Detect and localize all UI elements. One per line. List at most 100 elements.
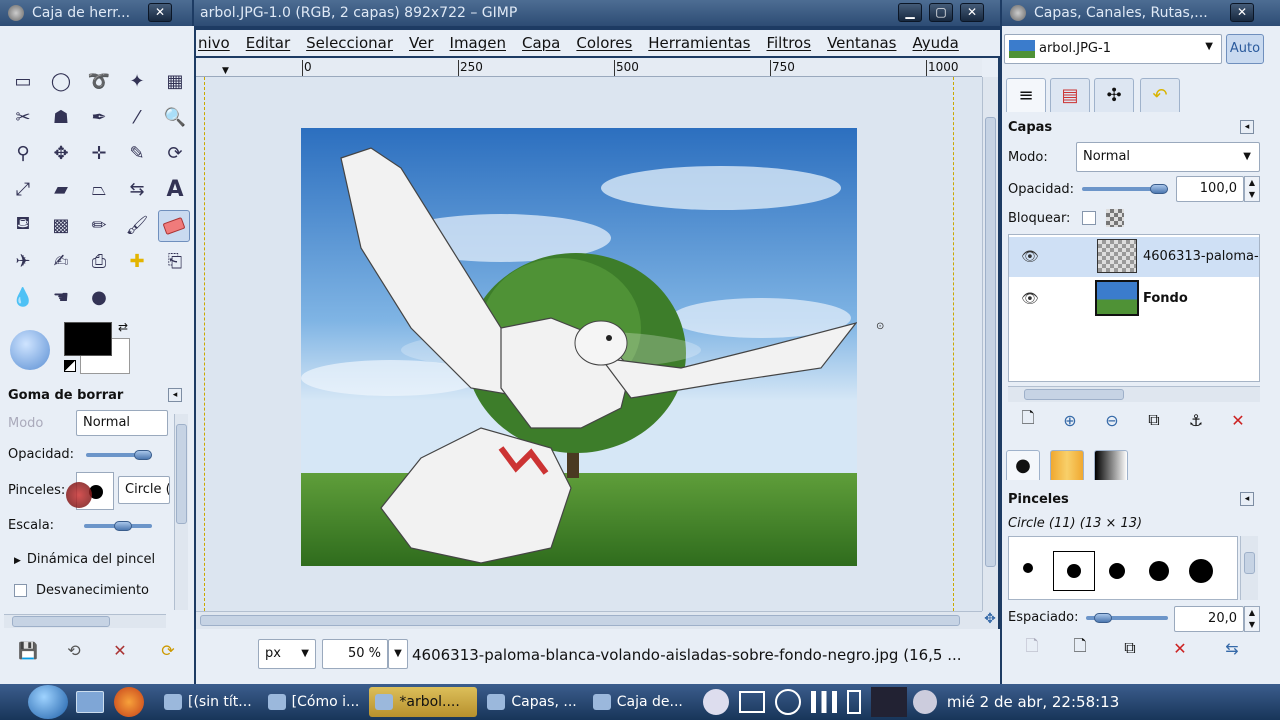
eraser-tool[interactable]: [158, 210, 190, 242]
layers-hscroll[interactable]: [1008, 386, 1260, 402]
anchor-layer-icon[interactable]: ⚓: [1184, 408, 1208, 432]
color-picker-tool[interactable]: ⁄: [122, 102, 152, 132]
minimize-button[interactable]: ▁: [898, 3, 922, 22]
delete-options-icon[interactable]: ✕: [108, 638, 132, 662]
heal-tool[interactable]: ✚: [122, 246, 152, 276]
tab-brushes[interactable]: ●: [1006, 450, 1040, 480]
navigate-icon[interactable]: ✥: [982, 611, 998, 629]
align-tool[interactable]: ✛: [84, 138, 114, 168]
new-layer-icon[interactable]: 🗋: [1016, 408, 1040, 432]
brush-item[interactable]: [1109, 563, 1125, 579]
layer-opacity-slider[interactable]: [1082, 184, 1168, 194]
battery-icon[interactable]: [846, 690, 861, 714]
taskbar-item[interactable]: Capas, ...: [481, 687, 582, 717]
maximize-button[interactable]: ▢: [929, 3, 953, 22]
airbrush-tool[interactable]: ✈: [8, 246, 38, 276]
tab-paths[interactable]: ✣: [1094, 78, 1134, 112]
fade-checkbox[interactable]: [14, 584, 27, 597]
layers-menu-icon[interactable]: ◂: [1240, 120, 1254, 134]
menu-colores[interactable]: Colores: [568, 34, 640, 52]
firefox-icon[interactable]: [114, 687, 144, 717]
clone-tool[interactable]: ⎙: [84, 246, 114, 276]
image-canvas[interactable]: [301, 128, 857, 566]
brush-item[interactable]: [1067, 564, 1081, 578]
text-tool[interactable]: A: [160, 174, 190, 204]
ink-tool[interactable]: ✍: [46, 246, 76, 276]
menu-seleccionar[interactable]: Seleccionar: [298, 34, 401, 52]
menu-capa[interactable]: Capa: [514, 34, 568, 52]
flip-tool[interactable]: ⇆: [122, 174, 152, 204]
save-options-icon[interactable]: 💾: [16, 638, 40, 662]
fuzzy-select-tool[interactable]: ✦: [122, 66, 152, 96]
smudge-tool[interactable]: ☚: [46, 282, 76, 312]
zoom-tool[interactable]: 🔍: [160, 102, 190, 132]
layer-row[interactable]: 👁 Fondo: [1009, 279, 1259, 319]
free-select-tool[interactable]: ➰: [84, 66, 114, 96]
perspective-tool[interactable]: ⏢: [84, 174, 114, 204]
move-tool[interactable]: ✥: [46, 138, 76, 168]
scale-slider[interactable]: [84, 521, 152, 531]
mode-select[interactable]: Normal: [76, 410, 168, 436]
close-button[interactable]: ✕: [960, 3, 984, 22]
refresh-brushes-icon[interactable]: ⇆: [1220, 636, 1244, 660]
menu-ayuda[interactable]: Ayuda: [904, 34, 966, 52]
start-button[interactable]: [28, 685, 68, 719]
visibility-eye-icon[interactable]: 👁: [1021, 249, 1039, 265]
blur-tool[interactable]: 💧: [8, 282, 38, 312]
paintbrush-tool[interactable]: 🖌: [122, 210, 152, 240]
tray-icon[interactable]: [738, 691, 765, 713]
blend-tool[interactable]: ▩: [46, 210, 76, 240]
show-desktop-icon[interactable]: [76, 691, 104, 713]
tray-icon[interactable]: [702, 689, 729, 715]
swap-colors-icon[interactable]: ⇄: [118, 320, 128, 334]
spacing-field[interactable]: 20,0: [1174, 606, 1244, 632]
taskbar-item[interactable]: Caja de...: [587, 687, 689, 717]
new-brush-icon[interactable]: 🗋: [1068, 636, 1092, 660]
menu-ventanas[interactable]: Ventanas: [819, 34, 904, 52]
opacity-slider[interactable]: [86, 450, 152, 460]
menu-imagen[interactable]: Imagen: [442, 34, 514, 52]
tab-gradients[interactable]: [1094, 450, 1128, 480]
toolbox-close-button[interactable]: ✕: [148, 3, 172, 22]
tab-channels[interactable]: ▤: [1050, 78, 1090, 112]
scissors-tool[interactable]: ✂: [8, 102, 38, 132]
pencil-tool[interactable]: ✏: [84, 210, 114, 240]
brush-name-field[interactable]: Circle (: [118, 476, 170, 504]
foreground-color-swatch[interactable]: [64, 322, 112, 356]
layer-mode-select[interactable]: Normal ▼: [1076, 142, 1260, 172]
delete-layer-icon[interactable]: ✕: [1226, 408, 1250, 432]
volume-icon[interactable]: [912, 690, 937, 714]
duplicate-brush-icon[interactable]: ⧉: [1118, 636, 1142, 660]
toolbox-vscroll[interactable]: [174, 414, 188, 610]
crop-tool[interactable]: ✎: [122, 138, 152, 168]
layer-row[interactable]: 👁 4606313-paloma-: [1009, 237, 1259, 277]
rect-select-tool[interactable]: ▭: [8, 66, 38, 96]
canvas-area[interactable]: ⊙: [196, 77, 982, 611]
dynamics-expander[interactable]: ▶ Dinámica del pincel: [14, 552, 155, 567]
color-select-tool[interactable]: ▦: [160, 66, 190, 96]
menu-herramientas[interactable]: Herramientas: [640, 34, 758, 52]
brushes-vscroll[interactable]: [1240, 536, 1258, 600]
bucket-fill-tool[interactable]: ⛾: [8, 210, 38, 240]
tab-undo[interactable]: ↶: [1140, 78, 1180, 112]
zoom-field[interactable]: 50 %: [322, 639, 388, 669]
measure-tool[interactable]: ⚲: [8, 138, 38, 168]
brush-item[interactable]: [1149, 561, 1169, 581]
opacity-spin-icon[interactable]: ▲ ▼: [1244, 176, 1260, 202]
taskbar-item[interactable]: [(sin tít...: [158, 687, 258, 717]
tool-options-menu-icon[interactable]: ◂: [168, 388, 182, 402]
spacing-spin-icon[interactable]: ▲ ▼: [1244, 606, 1260, 632]
perspective-clone-tool[interactable]: ⎗: [160, 246, 190, 276]
reset-options-icon[interactable]: ⟳: [156, 638, 180, 662]
menu-filtros[interactable]: Filtros: [758, 34, 819, 52]
delete-brush-icon[interactable]: ✕: [1168, 636, 1192, 660]
menu-editar[interactable]: Editar: [238, 34, 298, 52]
image-selector[interactable]: arbol.JPG-1 ▼: [1004, 34, 1222, 64]
menu-archivo[interactable]: nivo: [196, 34, 238, 52]
toolbox-hscroll[interactable]: [4, 614, 166, 628]
lower-layer-icon[interactable]: ⊖: [1100, 408, 1124, 432]
lock-alpha-icon[interactable]: [1106, 209, 1124, 227]
canvas-hscroll[interactable]: [196, 611, 982, 629]
foreground-select-tool[interactable]: ☗: [46, 102, 76, 132]
rotate-tool[interactable]: ⟳: [160, 138, 190, 168]
